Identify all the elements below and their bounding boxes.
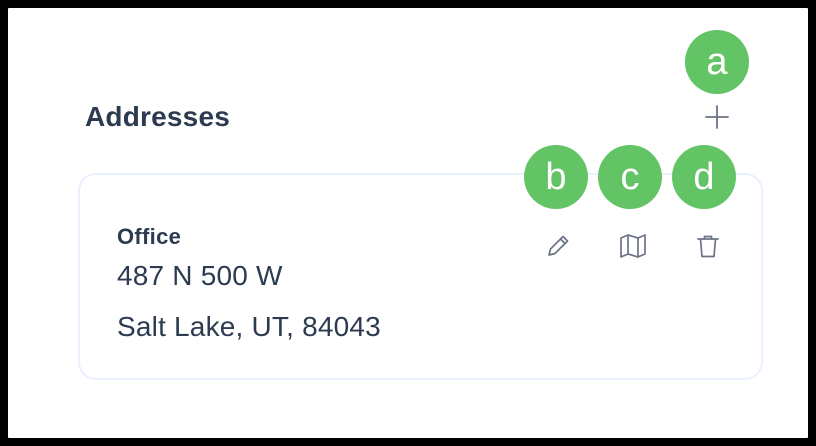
add-address-button[interactable] bbox=[698, 98, 736, 136]
delete-address-button[interactable] bbox=[689, 227, 727, 265]
page-frame: Addresses Office 487 N 500 W Salt Lake, … bbox=[8, 8, 808, 438]
view-map-button[interactable] bbox=[614, 227, 652, 265]
annotation-marker-b: b bbox=[524, 145, 588, 209]
addresses-title: Addresses bbox=[85, 101, 230, 132]
pencil-icon bbox=[548, 235, 569, 256]
annotation-marker-c: c bbox=[598, 145, 662, 209]
address-line-1: 487 N 500 W bbox=[117, 260, 283, 291]
address-card: Office 487 N 500 W Salt Lake, UT, 84043 bbox=[78, 173, 763, 380]
edit-address-button[interactable] bbox=[539, 227, 577, 265]
trash-icon bbox=[697, 235, 719, 258]
plus-icon bbox=[705, 105, 729, 129]
annotation-marker-d: d bbox=[672, 145, 736, 209]
address-label: Office bbox=[117, 224, 182, 249]
annotation-marker-a: a bbox=[685, 30, 749, 94]
map-icon bbox=[620, 234, 646, 258]
address-line-2: Salt Lake, UT, 84043 bbox=[117, 311, 381, 342]
